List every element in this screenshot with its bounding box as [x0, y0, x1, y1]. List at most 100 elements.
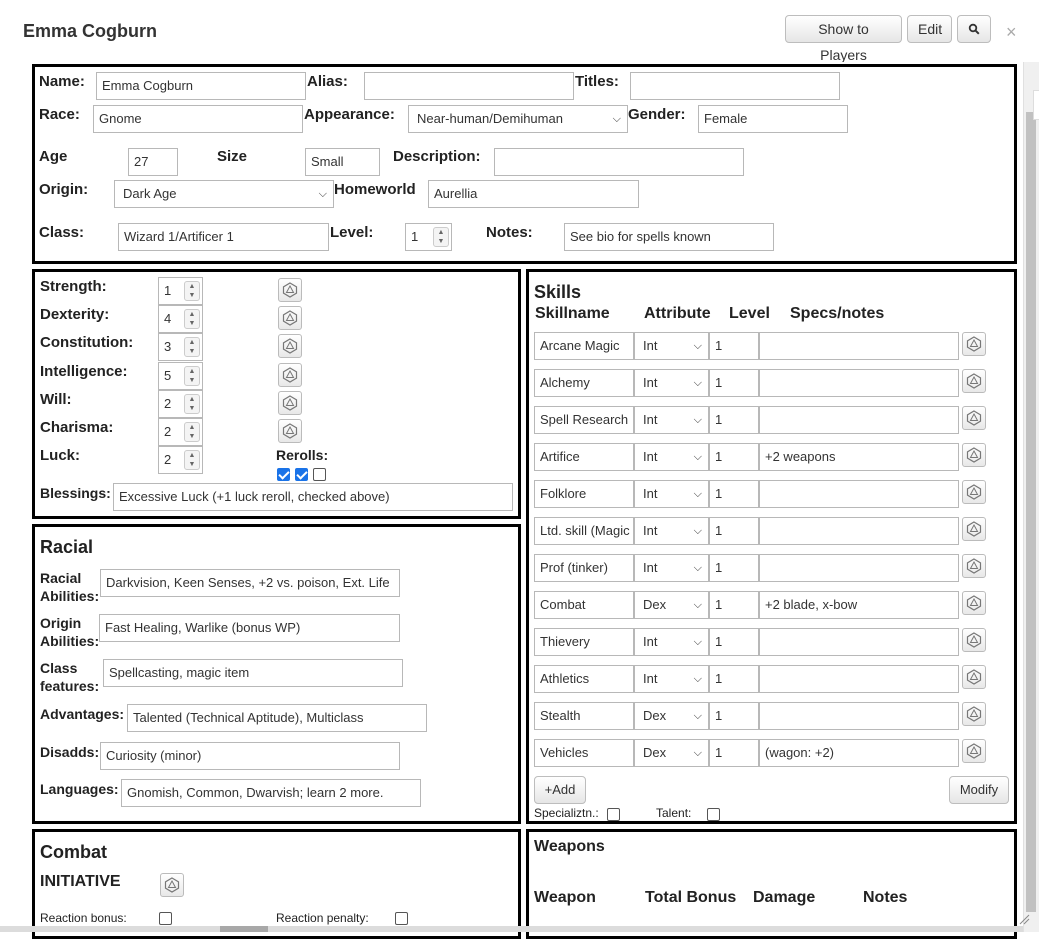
horizontal-scrollbar[interactable]: [0, 926, 1023, 932]
skill-level-field[interactable]: 1: [709, 480, 759, 508]
skill-level-field[interactable]: 1: [709, 406, 759, 434]
spinner-icon[interactable]: ▲ ▼: [433, 227, 449, 247]
skill-notes-field[interactable]: +2 blade, x-bow: [759, 591, 959, 619]
size-field[interactable]: Small: [305, 148, 380, 176]
skill-attribute-select[interactable]: Int ⌵: [634, 480, 709, 508]
spinner-icon[interactable]: ▲ ▼: [184, 337, 200, 358]
skill-attribute-select[interactable]: Dex ⌵: [634, 702, 709, 730]
constitution-stepper[interactable]: 3 ▲ ▼: [158, 333, 203, 362]
skill-name-field[interactable]: Stealth: [534, 702, 634, 730]
show-to-players-button[interactable]: Show to Players: [785, 15, 902, 63]
skill-notes-field[interactable]: [759, 517, 959, 545]
skill-attribute-select[interactable]: Int ⌵: [634, 517, 709, 545]
spinner-icon[interactable]: ▲ ▼: [184, 365, 200, 386]
skill-notes-field[interactable]: [759, 406, 959, 434]
skill-level-field[interactable]: 1: [709, 443, 759, 471]
skill-level-field[interactable]: 1: [709, 517, 759, 545]
spinner-icon[interactable]: ▲ ▼: [184, 281, 200, 301]
skill-roll-button[interactable]: [962, 480, 986, 504]
skill-name-field[interactable]: Prof (tinker): [534, 554, 634, 582]
spinner-icon[interactable]: ▲ ▼: [184, 393, 200, 414]
reroll-checkbox[interactable]: [295, 468, 308, 481]
skill-notes-field[interactable]: [759, 369, 959, 397]
talent-checkbox[interactable]: [707, 808, 720, 821]
skill-attribute-select[interactable]: Dex ⌵: [634, 591, 709, 619]
skill-level-field[interactable]: 1: [709, 369, 759, 397]
skill-roll-button[interactable]: [962, 406, 986, 430]
class-field[interactable]: Wizard 1/Artificer 1: [118, 223, 329, 251]
luck-stepper[interactable]: 2 ▲ ▼: [158, 446, 203, 475]
charisma-roll-button[interactable]: [278, 419, 302, 443]
gender-field[interactable]: Female: [698, 105, 848, 133]
spinner-icon[interactable]: ▲ ▼: [184, 450, 200, 471]
level-stepper[interactable]: 1 ▲ ▼: [405, 223, 452, 251]
will-roll-button[interactable]: [278, 390, 302, 415]
dexterity-stepper[interactable]: 4 ▲ ▼: [158, 305, 203, 334]
close-icon[interactable]: ×: [1006, 22, 1017, 43]
skill-notes-field[interactable]: +2 weapons: [759, 443, 959, 471]
appearance-select[interactable]: Near-human/Demihuman ⌵: [408, 105, 628, 133]
skill-name-field[interactable]: Alchemy: [534, 369, 634, 397]
skill-notes-field[interactable]: [759, 554, 959, 582]
skill-name-field[interactable]: Thievery: [534, 628, 634, 656]
modify-skill-button[interactable]: Modify: [949, 776, 1009, 804]
origin-abilities-field[interactable]: Fast Healing, Warlike (bonus WP): [99, 614, 400, 642]
skill-attribute-select[interactable]: Int ⌵: [634, 332, 709, 360]
homeworld-field[interactable]: Aurellia: [428, 180, 639, 208]
age-field[interactable]: 27: [128, 148, 178, 176]
skill-notes-field[interactable]: [759, 480, 959, 508]
scrollbar-thumb[interactable]: [1026, 112, 1036, 912]
skill-name-field[interactable]: Spell Research: [534, 406, 634, 434]
description-field[interactable]: [494, 148, 744, 176]
skill-roll-button[interactable]: [962, 554, 986, 578]
skill-name-field[interactable]: Athletics: [534, 665, 634, 693]
skill-level-field[interactable]: 1: [709, 591, 759, 619]
skill-roll-button[interactable]: [962, 739, 986, 763]
skill-roll-button[interactable]: [962, 443, 986, 467]
skill-roll-button[interactable]: [962, 628, 986, 652]
edit-button[interactable]: Edit: [907, 15, 952, 43]
skill-level-field[interactable]: 1: [709, 554, 759, 582]
horizontal-scrollbar-thumb[interactable]: [220, 926, 268, 932]
add-skill-button[interactable]: +Add: [534, 776, 586, 804]
intelligence-stepper[interactable]: 5 ▲ ▼: [158, 361, 203, 390]
skill-roll-button[interactable]: [962, 369, 986, 393]
skill-notes-field[interactable]: [759, 332, 959, 360]
spinner-icon[interactable]: ▲ ▼: [184, 422, 200, 442]
resize-grip-icon[interactable]: [1018, 913, 1030, 925]
skill-attribute-select[interactable]: Dex ⌵: [634, 739, 709, 767]
skill-name-field[interactable]: Artifice: [534, 443, 634, 471]
strength-stepper[interactable]: 1 ▲ ▼: [158, 277, 203, 305]
alias-field[interactable]: [364, 72, 574, 100]
reroll-checkbox[interactable]: [277, 468, 290, 481]
race-field[interactable]: Gnome: [93, 105, 303, 133]
origin-select[interactable]: Dark Age ⌵: [114, 180, 334, 208]
name-field[interactable]: Emma Cogburn: [96, 72, 306, 100]
skill-level-field[interactable]: 1: [709, 702, 759, 730]
intelligence-roll-button[interactable]: [278, 362, 302, 387]
skill-attribute-select[interactable]: Int ⌵: [634, 369, 709, 397]
skill-attribute-select[interactable]: Int ⌵: [634, 665, 709, 693]
search-button[interactable]: [957, 15, 991, 43]
advantages-field[interactable]: Talented (Technical Aptitude), Multiclas…: [127, 704, 427, 732]
strength-roll-button[interactable]: [278, 278, 302, 302]
specialization-checkbox[interactable]: [607, 808, 620, 821]
skill-attribute-select[interactable]: Int ⌵: [634, 443, 709, 471]
blessings-field[interactable]: Excessive Luck (+1 luck reroll, checked …: [113, 483, 513, 511]
dexterity-roll-button[interactable]: [278, 306, 302, 331]
skill-name-field[interactable]: Folklore: [534, 480, 634, 508]
reroll-checkbox[interactable]: [313, 468, 326, 481]
initiative-roll-button[interactable]: [160, 873, 184, 897]
notes-field[interactable]: See bio for spells known: [564, 223, 774, 251]
disadds-field[interactable]: Curiosity (minor): [100, 742, 400, 770]
skill-notes-field[interactable]: [759, 665, 959, 693]
skill-roll-button[interactable]: [962, 517, 986, 541]
skill-attribute-select[interactable]: Int ⌵: [634, 554, 709, 582]
skill-notes-field[interactable]: [759, 702, 959, 730]
skill-roll-button[interactable]: [962, 332, 986, 356]
skill-notes-field[interactable]: [759, 628, 959, 656]
skill-name-field[interactable]: Combat: [534, 591, 634, 619]
skill-roll-button[interactable]: [962, 665, 986, 689]
skill-attribute-select[interactable]: Int ⌵: [634, 406, 709, 434]
spinner-icon[interactable]: ▲ ▼: [184, 309, 200, 330]
